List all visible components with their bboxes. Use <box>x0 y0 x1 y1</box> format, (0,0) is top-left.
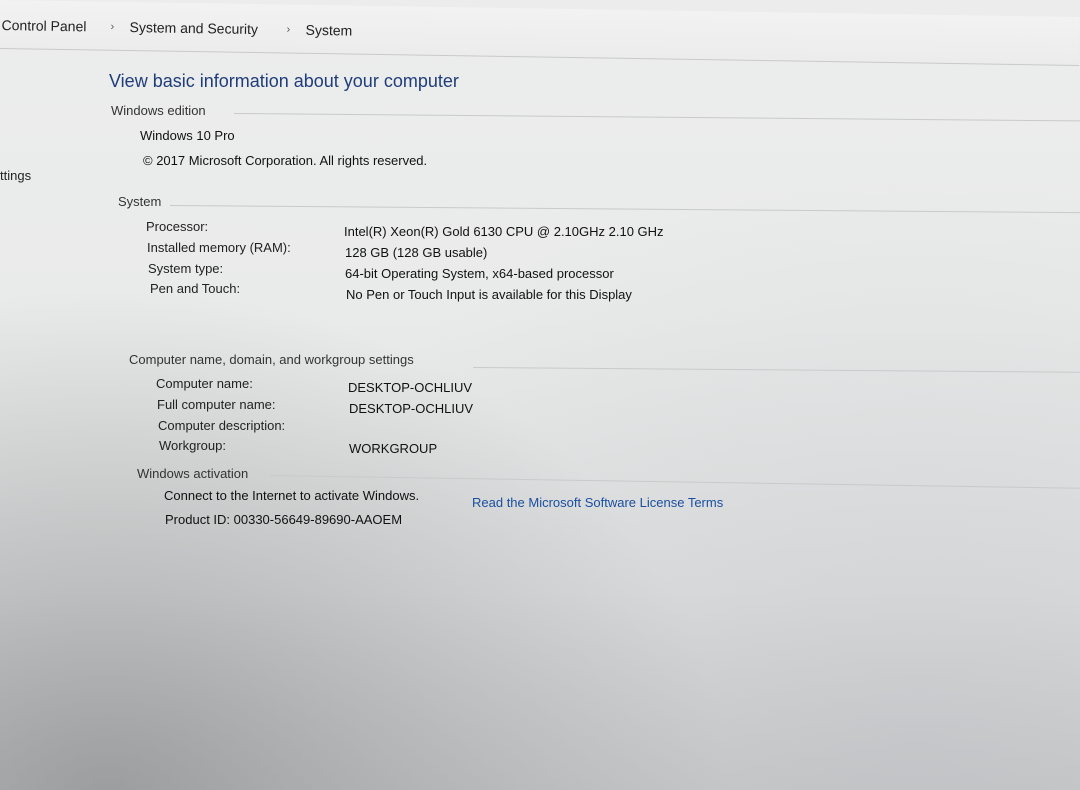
breadcrumb-system[interactable]: System <box>305 22 352 39</box>
breadcrumb-system-and-security[interactable]: System and Security <box>129 19 258 37</box>
activation-status: Connect to the Internet to activate Wind… <box>164 488 420 503</box>
section-divider <box>472 367 1080 373</box>
full-computer-name-value: DESKTOP-OCHLIUV <box>349 401 474 416</box>
breadcrumb-control-panel[interactable]: Control Panel <box>1 17 86 34</box>
computer-name-label: Computer name: <box>156 376 253 391</box>
installed-memory-label: Installed memory (RAM): <box>147 240 291 255</box>
section-divider <box>269 475 1080 489</box>
processor-label: Processor: <box>146 219 209 234</box>
section-divider <box>169 205 1080 214</box>
system-type-value: 64-bit Operating System, x64-based proce… <box>345 266 614 281</box>
workgroup-value: WORKGROUP <box>349 441 438 456</box>
sidebar-item-settings[interactable]: ttings <box>0 168 31 183</box>
chevron-right-icon[interactable]: › <box>286 24 290 36</box>
product-id: Product ID: 00330-56649-89690-AAOEM <box>165 512 403 527</box>
full-computer-name-label: Full computer name: <box>157 397 276 412</box>
computer-name-value: DESKTOP-OCHLIUV <box>348 380 473 395</box>
section-heading-system: System <box>118 194 162 209</box>
pen-touch-label: Pen and Touch: <box>150 281 241 296</box>
computer-description-label: Computer description: <box>158 418 286 433</box>
chevron-right-icon[interactable]: › <box>110 21 114 33</box>
section-heading-windows-edition: Windows edition <box>111 103 206 118</box>
license-terms-link[interactable]: Read the Microsoft Software License Term… <box>472 495 723 510</box>
copyright-text: © 2017 Microsoft Corporation. All rights… <box>143 153 428 168</box>
page-title: View basic information about your comput… <box>109 71 459 91</box>
section-heading-computer-name: Computer name, domain, and workgroup set… <box>129 352 414 367</box>
section-heading-windows-activation: Windows activation <box>137 466 249 481</box>
windows-edition-name: Windows 10 Pro <box>140 128 235 143</box>
address-bar: Control Panel › System and Security › Sy… <box>0 0 1080 66</box>
pen-touch-value: No Pen or Touch Input is available for t… <box>346 287 632 302</box>
workgroup-label: Workgroup: <box>159 438 226 453</box>
system-type-label: System type: <box>148 261 224 276</box>
processor-value: Intel(R) Xeon(R) Gold 6130 CPU @ 2.10GHz… <box>344 224 664 239</box>
installed-memory-value: 128 GB (128 GB usable) <box>345 245 488 260</box>
section-divider <box>233 113 1080 122</box>
